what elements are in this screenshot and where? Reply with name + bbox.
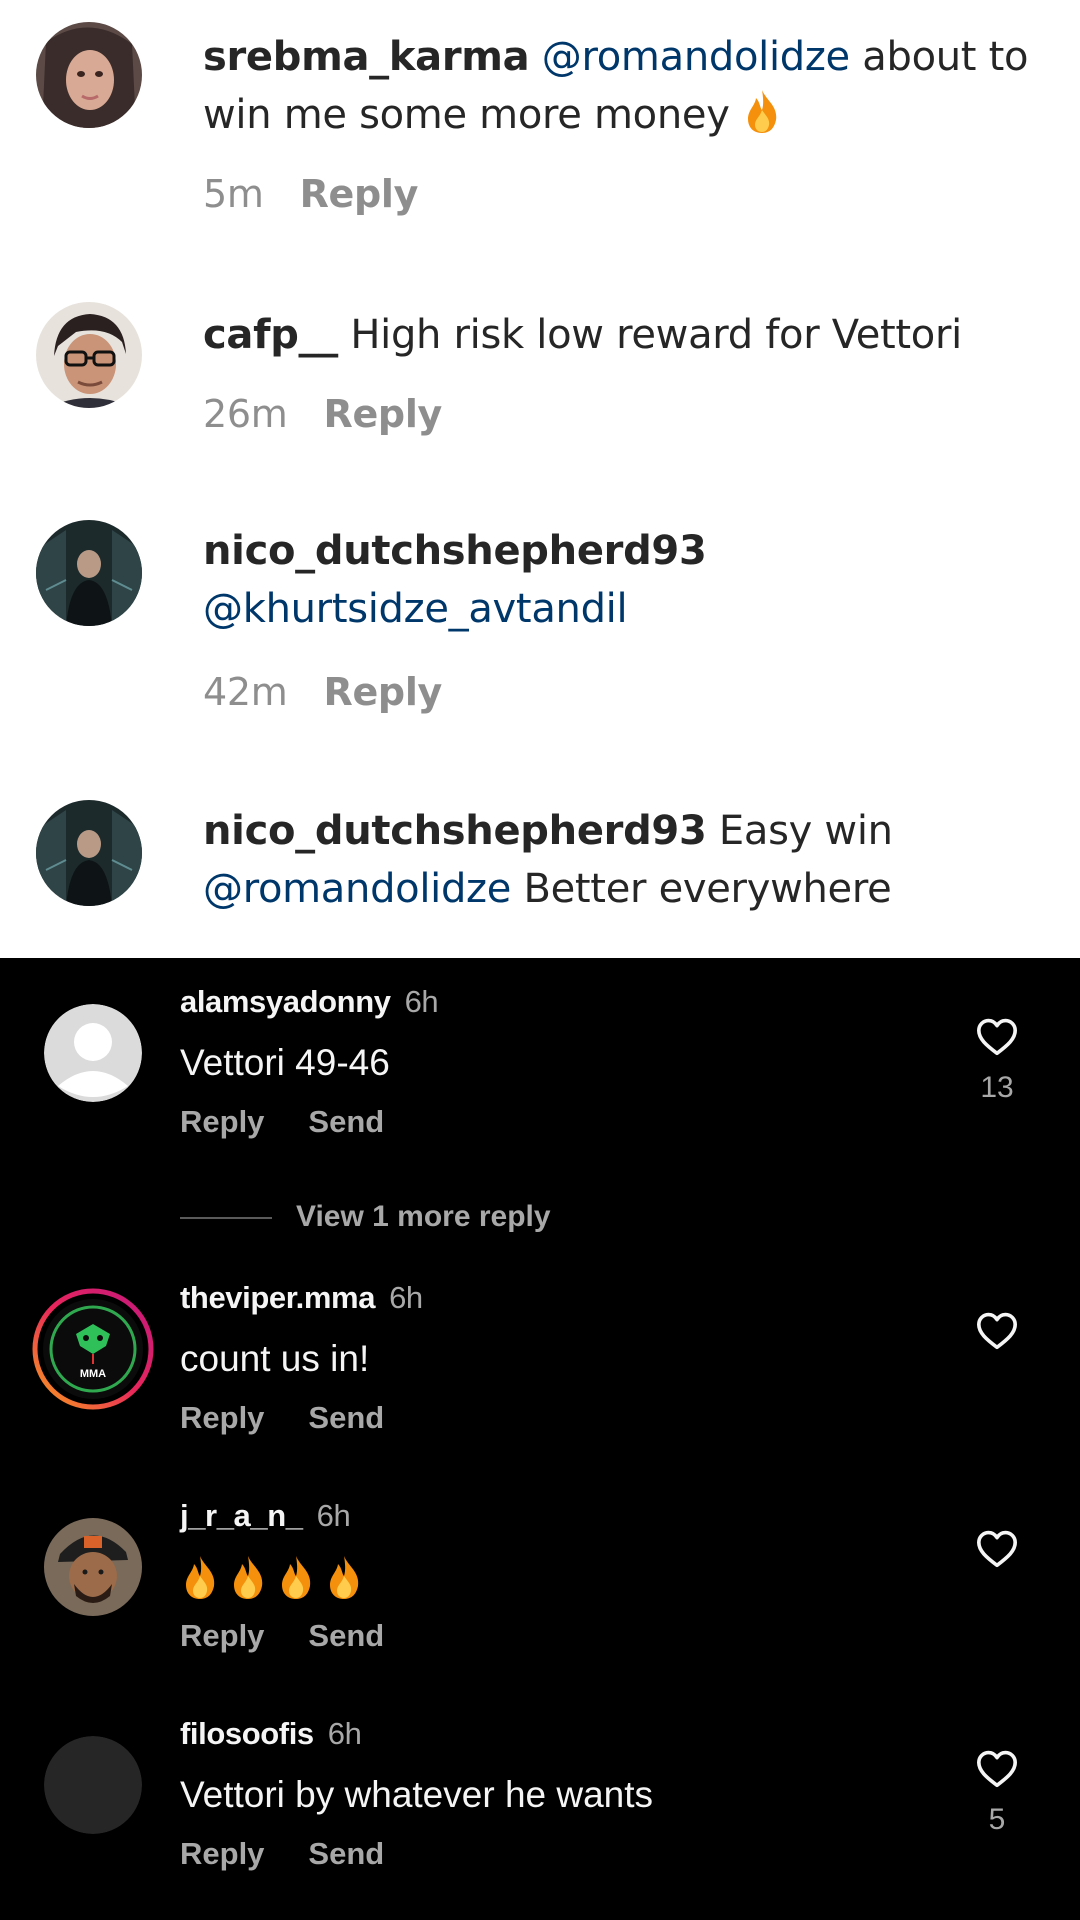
comment-body: count us in! <box>180 1338 370 1379</box>
heart-icon[interactable] <box>975 1750 1019 1792</box>
heart-icon[interactable] <box>975 1312 1019 1354</box>
comment-body: Easy win <box>706 808 893 854</box>
reply-button[interactable]: Reply <box>180 1400 264 1435</box>
avatar[interactable] <box>44 1004 142 1102</box>
send-button[interactable]: Send <box>308 1618 384 1653</box>
comment-time: 6h <box>316 1498 351 1533</box>
comment-meta-cut <box>203 946 215 958</box>
reply-button[interactable]: Reply <box>323 392 442 436</box>
reply-button[interactable]: Reply <box>180 1104 264 1139</box>
comment-actions: Reply Send <box>180 1618 384 1654</box>
comment-time: 6h <box>404 984 439 1019</box>
comment-text: nico_dutchshepherd93 Easy win @romandoli… <box>203 802 1053 918</box>
comment-username[interactable]: alamsyadonny <box>180 984 391 1019</box>
comment-time: 42m <box>203 670 288 714</box>
like-count: 5 <box>988 1803 1006 1836</box>
comment-body-emoji <box>180 1554 364 1609</box>
comment-text: srebma_karma @romandolidze about to win … <box>203 28 1053 144</box>
avatar[interactable] <box>44 1518 142 1616</box>
comment-header: theviper.mma 6h <box>180 1280 423 1316</box>
reply-button[interactable]: Reply <box>300 172 419 216</box>
heart-icon[interactable] <box>975 1018 1019 1060</box>
comment-actions: Reply Send <box>180 1104 384 1140</box>
like-control <box>974 1310 1020 1355</box>
like-control: 13 <box>974 1016 1020 1105</box>
fire-icon <box>316 1556 364 1608</box>
send-button[interactable]: Send <box>308 1836 384 1871</box>
comment-actions: Reply Send <box>180 1400 384 1436</box>
avatar[interactable]: MMA <box>32 1288 154 1410</box>
comment-mention[interactable]: @romandolidze <box>542 34 850 80</box>
fire-icon <box>220 1556 268 1608</box>
avatar[interactable] <box>36 22 142 128</box>
dark-comments-panel: alamsyadonny 6h Vettori 49-46 Reply Send 1… <box>0 958 1080 1920</box>
comment-body: High risk low reward for Vettori <box>337 312 962 358</box>
comment-username[interactable]: filosoofis <box>180 1716 314 1751</box>
comment-mention[interactable]: @romandolidze <box>203 866 511 912</box>
reply-button[interactable]: Reply <box>180 1618 264 1653</box>
view-more-replies[interactable]: View 1 more reply <box>180 1200 551 1234</box>
avatar[interactable] <box>36 520 142 626</box>
comment-actions: Reply Send <box>180 1836 384 1872</box>
comment-time: 6h <box>389 1280 423 1315</box>
avatar-logo-text: MMA <box>79 1368 107 1380</box>
fire-icon <box>180 1556 220 1608</box>
comment-header: j_r_a_n_ 6h <box>180 1498 351 1534</box>
divider <box>180 1217 272 1220</box>
comment-body: Vettori 49-46 <box>180 1042 390 1083</box>
fire-icon <box>268 1556 316 1608</box>
comment-username[interactable]: nico_dutchshepherd93 <box>203 808 707 854</box>
like-count: 13 <box>980 1071 1014 1104</box>
heart-icon[interactable] <box>975 1530 1019 1572</box>
comment-username[interactable]: cafp__ <box>203 312 338 358</box>
comment-username[interactable]: nico_dutchshepherd93 <box>203 528 707 574</box>
comment-text: cafp__ High risk low reward for Vettori <box>203 306 1053 364</box>
comment-meta: 42m Reply <box>203 670 442 714</box>
avatar[interactable] <box>36 302 142 408</box>
comment-meta: 26m Reply <box>203 392 442 436</box>
light-comments-panel: srebma_karma @romandolidze about to win … <box>0 0 1080 958</box>
comment-text: nico_dutchshepherd93 @khurtsidze_avtandi… <box>203 522 1053 638</box>
like-control: 5 <box>974 1748 1020 1837</box>
view-more-label[interactable]: View 1 more reply <box>296 1200 551 1233</box>
comment-username[interactable]: srebma_karma <box>203 34 530 80</box>
send-button[interactable]: Send <box>308 1400 384 1435</box>
avatar[interactable] <box>44 1736 142 1834</box>
like-control <box>974 1528 1020 1573</box>
reply-button[interactable]: Reply <box>323 670 442 714</box>
comment-mention[interactable]: @khurtsidze_avtandil <box>203 586 628 632</box>
comment-meta: 5m Reply <box>203 172 418 216</box>
comment-username[interactable]: j_r_a_n_ <box>180 1498 303 1533</box>
fire-icon <box>742 90 782 138</box>
screenshot-root: srebma_karma @romandolidze about to win … <box>0 0 1080 1920</box>
comment-time: 5m <box>203 172 264 216</box>
avatar[interactable] <box>36 800 142 906</box>
comment-username[interactable]: theviper.mma <box>180 1280 375 1315</box>
comment-body: Vettori by whatever he wants <box>180 1774 654 1815</box>
comment-header: alamsyadonny 6h <box>180 984 439 1020</box>
comment-body-continued: Better everywhere <box>511 866 892 912</box>
comment-time: 6h <box>327 1716 362 1751</box>
send-button[interactable]: Send <box>308 1104 384 1139</box>
comment-time: 26m <box>203 392 288 436</box>
reply-button[interactable]: Reply <box>180 1836 264 1871</box>
comment-header: filosoofis 6h <box>180 1716 362 1752</box>
